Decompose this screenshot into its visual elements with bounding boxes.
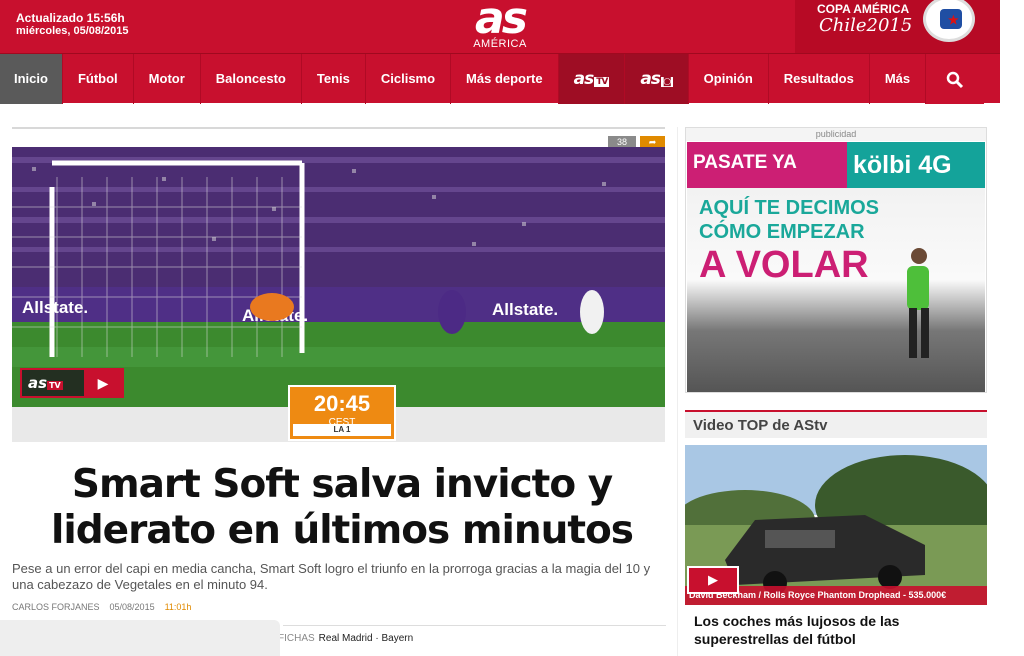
video-play-button[interactable]: ▶ [687, 566, 739, 594]
ad-line5: A VOLAR [699, 244, 869, 286]
ad-copy: AQUÍ TE DECIMOS CÓMO EMPEZAR [699, 196, 879, 244]
page: Actualizado 15:56h miércoles, 05/08/2015… [0, 0, 1024, 656]
promo-subtitle: Chile2015 [819, 15, 913, 36]
nav-item-mas-deporte[interactable]: Más deporte [451, 54, 559, 104]
edition-label: AMÉRICA [473, 38, 527, 50]
ad-label: publicidad [686, 128, 986, 141]
nav-item-opinion[interactable]: Opinión [689, 54, 769, 104]
search-icon [946, 71, 964, 88]
nav-item-asfoto[interactable]: as ◙ [625, 54, 689, 104]
advertisement[interactable]: publicidad PASATE YA kölbi 4G AQUÍ TE DE… [685, 127, 987, 393]
astv-video-button[interactable]: as TV ▶ [20, 368, 124, 398]
article-tags: FICHAS Real Madrid · Bayern [278, 633, 413, 644]
site-logo[interactable]: as AMÉRICA [455, 0, 545, 50]
tags-label: FICHAS [278, 633, 315, 644]
play-icon: ▶ [708, 572, 718, 587]
top-divider [12, 127, 665, 129]
updated-time: Actualizado 15:56h [16, 11, 125, 25]
update-info: Actualizado 15:56h miércoles, 05/08/2015 [16, 12, 129, 38]
publish-date: 05/08/2015 [109, 602, 155, 612]
nav-item-inicio[interactable]: Inicio [0, 54, 63, 104]
author[interactable]: CARLOS FORJANES [12, 602, 100, 612]
astv-badge: as TV [22, 370, 84, 396]
nav-item-mas[interactable]: Más [870, 54, 927, 104]
nav-item-resultados[interactable]: Resultados [769, 54, 870, 104]
svg-text:Allstate.: Allstate. [22, 298, 88, 317]
tags-divider [283, 625, 666, 626]
runner-figure-icon [907, 248, 929, 358]
nav-item-futbol[interactable]: Fútbol [63, 54, 134, 104]
asfoto-logo: as ◙ [640, 69, 673, 89]
search-button[interactable] [926, 54, 985, 104]
ad-line4: CÓMO EMPEZAR [699, 221, 865, 243]
astv-logo-text: as [573, 69, 595, 89]
ad-line2: kölbi 4G [847, 142, 985, 188]
ad-line3: AQUÍ TE DECIMOS [699, 197, 880, 219]
astv-badge-text: as [28, 374, 48, 392]
tags-list[interactable]: Real Madrid · Bayern [319, 633, 413, 644]
byline: CARLOS FORJANES 05/08/2015 11:01h [12, 602, 191, 612]
ad-banner-body: AQUÍ TE DECIMOS CÓMO EMPEZAR A VOLAR [687, 188, 985, 392]
article-headline[interactable]: Smart Soft salva invicto y liderato en ú… [12, 462, 672, 554]
svg-text:Allstate.: Allstate. [492, 300, 558, 319]
camera-icon: ◙ [660, 77, 673, 87]
astv-logo: as TV [574, 69, 610, 89]
asfoto-logo-text: as [640, 69, 661, 89]
video-top-heading: Video TOP de AStv [685, 410, 987, 438]
current-date: miércoles, 05/08/2015 [16, 25, 129, 37]
nav-item-ciclismo[interactable]: Ciclismo [366, 54, 452, 104]
ad-line1: PASATE YA [693, 152, 797, 173]
copa-logo-icon: ★ [923, 0, 975, 42]
copa-america-promo[interactable]: COPA AMÉRICA Chile2015 ★ [795, 0, 1000, 53]
tv-channel: LA 1 [293, 424, 391, 436]
promo-title: COPA AMÉRICA [817, 2, 910, 16]
tv-badge: TV [594, 77, 610, 87]
nav-item-motor[interactable]: Motor [134, 54, 201, 104]
match-time-badge[interactable]: 20:45 CEST LA 1 [288, 385, 396, 441]
column-divider [677, 127, 678, 656]
publish-time: 11:01h [164, 602, 192, 612]
video-title[interactable]: Los coches más lujosos de las superestre… [694, 612, 984, 648]
main-navigation: Inicio Fútbol Motor Baloncesto Tenis Cic… [0, 53, 1000, 104]
astv-badge-sub: TV [47, 381, 63, 390]
play-icon: ▶ [84, 370, 122, 396]
article-lede: Pese a un error del capi en media cancha… [12, 561, 651, 592]
nav-item-tenis[interactable]: Tenis [302, 54, 366, 104]
nav-item-astv[interactable]: as TV [558, 54, 626, 104]
ad-banner-top: PASATE YA kölbi 4G [687, 142, 985, 188]
nav-item-baloncesto[interactable]: Baloncesto [201, 54, 302, 104]
header-bar: Actualizado 15:56h miércoles, 05/08/2015… [0, 0, 1000, 53]
match-time: 20:45 [313, 391, 371, 416]
bottom-overlay-bar [0, 620, 280, 656]
logo-text: as [475, 0, 528, 44]
